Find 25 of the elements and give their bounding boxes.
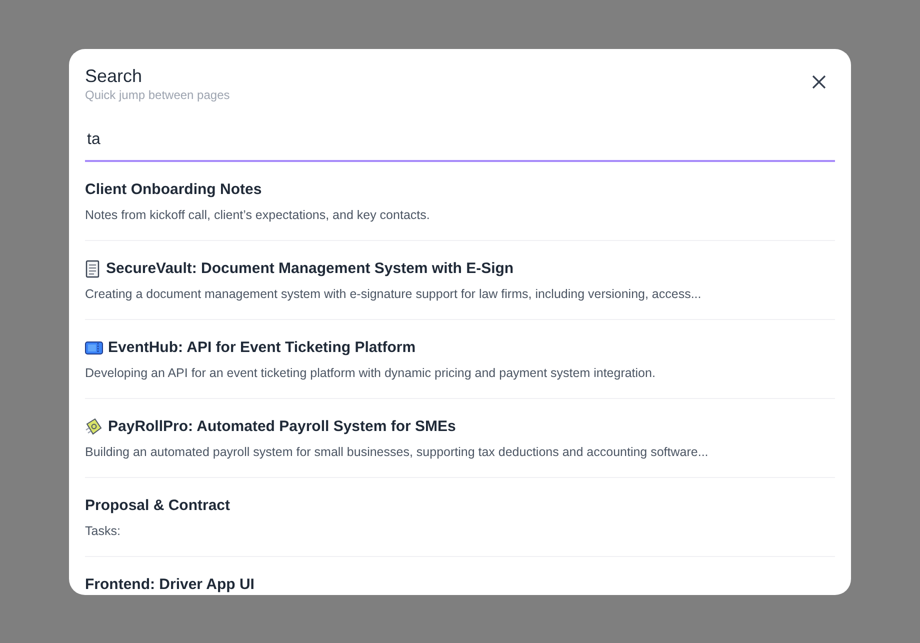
search-result[interactable]: Client Onboarding Notes Notes from kickoff call, client’s expectations, and key contacts. (85, 162, 835, 241)
close-icon (812, 75, 826, 89)
document-icon (85, 260, 101, 278)
result-title: PayRollPro: Automated Payroll System for SMEs (108, 417, 456, 437)
result-title: Frontend: Driver App UI (85, 575, 254, 595)
search-result[interactable]: Frontend: Driver App UI (85, 557, 835, 595)
search-result[interactable]: Proposal & Contract Tasks: (85, 478, 835, 557)
dialog-title: Search (85, 65, 144, 87)
search-result[interactable]: EventHub: API for Event Ticketing Platform Developing an API for an event ticketing platform with dynamic pricing and payment system integration. (85, 320, 835, 399)
result-description: Tasks: (85, 523, 122, 540)
search-result[interactable]: PayRollPro: Automated Payroll System for SMEs Building an automated payroll system for small businesses, supporting tax deductions and accounting software... (85, 399, 835, 478)
search-field[interactable]: ta (85, 120, 835, 162)
close-button[interactable] (811, 74, 827, 90)
result-description: Building an automated payroll system for small businesses, supporting tax deductions and accounting software... (85, 444, 710, 461)
result-title: Proposal & Contract (85, 496, 230, 516)
dialog-subtitle: Quick jump between pages (85, 87, 230, 103)
result-title: EventHub: API for Event Ticketing Platform (108, 338, 416, 358)
result-title: SecureVault: Document Management System with E-Sign (106, 259, 514, 279)
result-title: Client Onboarding Notes (85, 180, 262, 200)
result-description: Notes from kickoff call, client’s expectations, and key contacts. (85, 207, 431, 224)
result-description: Creating a document management system with e-signature support for law firms, including versioning, access... (85, 286, 702, 303)
result-description: Developing an API for an event ticketing platform with dynamic pricing and payment system integration. (85, 365, 656, 382)
money-icon (85, 418, 103, 436)
ticket-icon (85, 341, 103, 355)
search-result[interactable]: SecureVault: Document Management System with E-Sign Creating a document management system with e-signature support for law firms, including versioning, access... (85, 241, 835, 320)
